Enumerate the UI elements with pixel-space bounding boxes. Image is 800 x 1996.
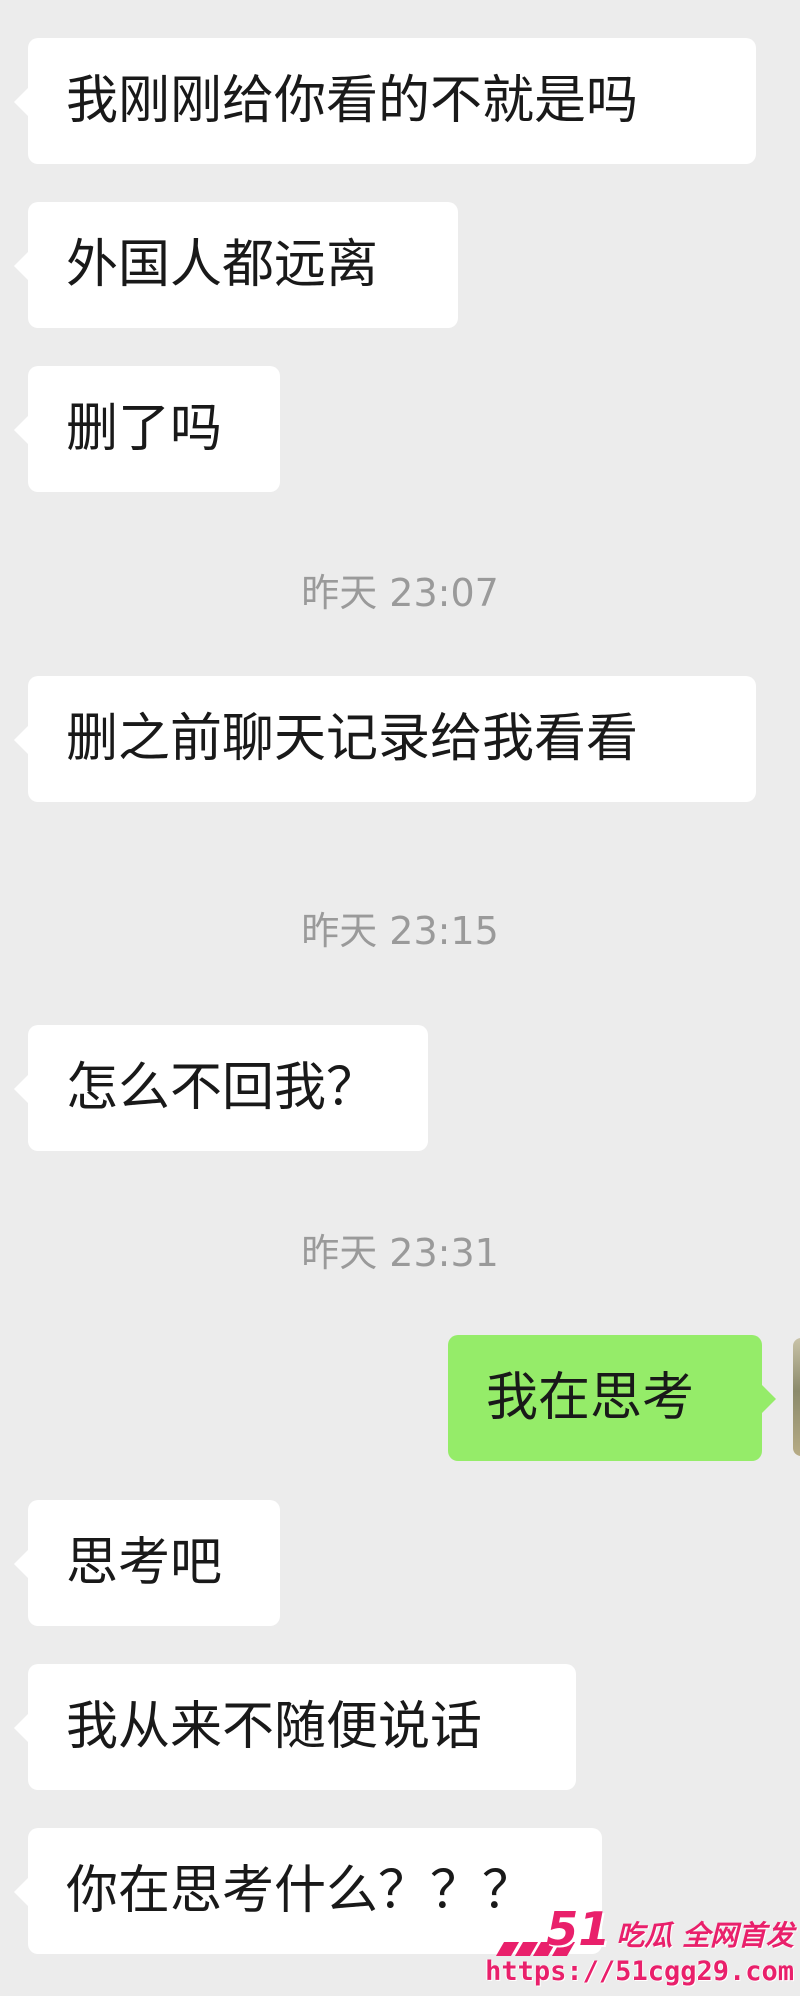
message-bubble-outgoing[interactable]: 我在思考: [448, 1335, 776, 1461]
watermark-brand: 51 吃瓜 全网首发: [546, 1902, 794, 1956]
message-bubble-incoming[interactable]: 删了吗: [14, 366, 280, 492]
avatar[interactable]: [793, 1338, 800, 1456]
message-text: 我在思考: [486, 1368, 695, 1428]
message-text: 外国人都远离: [66, 235, 379, 295]
message-text: 你在思考什么？？？: [66, 1861, 535, 1921]
message-text: 我刚刚给你看的不就是吗: [66, 71, 639, 131]
message-bubble-incoming[interactable]: 我从来不随便说话: [14, 1664, 576, 1790]
timestamp-divider: 昨天 23:31: [301, 1231, 499, 1275]
timestamp-divider: 昨天 23:07: [301, 571, 499, 615]
message-bubble-incoming[interactable]: 思考吧: [14, 1500, 280, 1626]
watermark-brand-text: 吃瓜 全网首发: [616, 1919, 794, 1952]
watermark: 51 吃瓜 全网首发 https://51cgg29.com: [485, 1898, 800, 1996]
message-bubble-incoming[interactable]: 我刚刚给你看的不就是吗: [14, 38, 756, 164]
message-bubble-incoming[interactable]: 外国人都远离: [14, 202, 458, 328]
timestamp-divider: 昨天 23:15: [301, 909, 499, 953]
message-bubble-incoming[interactable]: 怎么不回我？: [14, 1025, 428, 1151]
message-text: 我从来不随便说话: [66, 1697, 483, 1757]
message-text: 删之前聊天记录给我看看: [66, 709, 639, 769]
chat-conversation: 我刚刚给你看的不就是吗 外国人都远离 删了吗 昨天 23:07 删之前聊天记录给…: [0, 0, 800, 1996]
message-text: 怎么不回我？: [66, 1058, 379, 1118]
watermark-url: https://51cgg29.com: [485, 1956, 794, 1987]
message-bubble-incoming[interactable]: 删之前聊天记录给我看看: [14, 676, 756, 802]
message-text: 删了吗: [66, 399, 223, 459]
watermark-brand-number: 51: [546, 1902, 611, 1956]
message-text: 思考吧: [66, 1533, 223, 1593]
